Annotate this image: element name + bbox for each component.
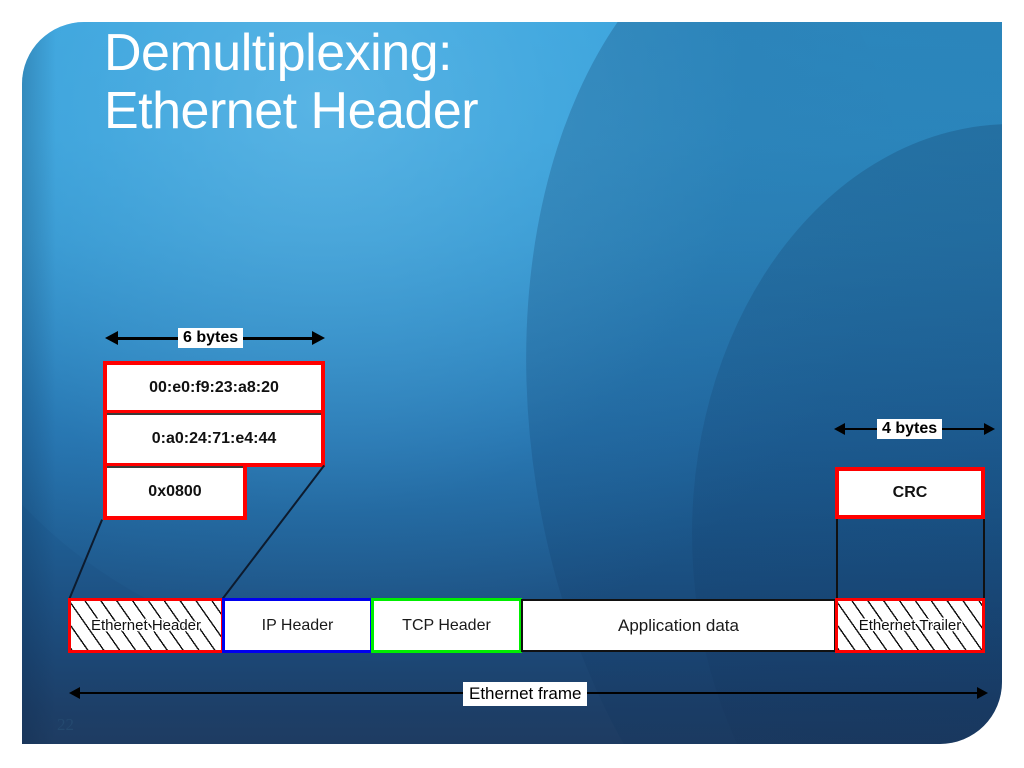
frame-segment-application-data: Application data	[521, 599, 836, 652]
slide-number: 22	[57, 715, 74, 734]
title-line-2: Ethernet Header	[104, 82, 479, 140]
frame-segment-ethernet-header-label: Ethernet Header	[90, 617, 202, 634]
ethernet-frame-label: Ethernet frame	[463, 682, 588, 706]
four-bytes-arrow-right-icon	[984, 423, 995, 435]
ethernet-header-field-ethertype: 0x0800	[103, 467, 247, 520]
frame-segment-tcp-header: TCP Header	[371, 598, 522, 653]
six-bytes-arrow-left-icon	[105, 331, 118, 345]
header-separator-2	[107, 466, 243, 468]
header-separator-1	[107, 413, 321, 415]
six-bytes-label: 6 bytes	[178, 328, 244, 348]
frame-segment-ethernet-trailer-label: Ethernet Trailer	[858, 617, 962, 634]
ethernet-frame-arrow-right-icon	[977, 687, 988, 699]
ethernet-header-field-source-mac: 0:a0:24:71:e4:44	[103, 414, 325, 467]
frame-segment-tcp-header-label: TCP Header	[402, 616, 491, 634]
ethernet-frame-arrow-left-icon	[69, 687, 80, 699]
crc-connector-right	[983, 519, 985, 601]
title-clipped-line: Multiplexing and	[104, 0, 472, 20]
frame-segment-application-data-label: Application data	[618, 615, 739, 635]
six-bytes-arrow-right-icon	[312, 331, 325, 345]
page-title: Demultiplexing: Ethernet Header	[104, 24, 864, 140]
frame-segment-ethernet-header: Ethernet Header	[68, 598, 224, 653]
destination-mac-value: 00:e0:f9:23:a8:20	[149, 378, 279, 396]
frame-segment-ethernet-trailer: Ethernet Trailer	[835, 598, 985, 653]
title-line-1: Demultiplexing:	[104, 24, 453, 82]
frame-segment-ip-header-label: IP Header	[261, 616, 334, 634]
crc-value: CRC	[892, 484, 928, 501]
title-overflow-clip: Multiplexing and	[0, 0, 1024, 22]
four-bytes-label: 4 bytes	[877, 419, 943, 439]
source-mac-value: 0:a0:24:71:e4:44	[151, 429, 277, 447]
slide-canvas: Multiplexing and Demultiplexing: Etherne…	[0, 0, 1024, 768]
frame-segment-ip-header: IP Header	[222, 598, 373, 653]
background-left-edge	[22, 22, 56, 744]
ethertype-value: 0x0800	[148, 482, 202, 500]
crc-connector-left	[836, 519, 838, 601]
four-bytes-arrow-left-icon	[834, 423, 845, 435]
ethernet-trailer-field-crc: CRC	[835, 467, 985, 519]
ethernet-header-field-destination-mac: 00:e0:f9:23:a8:20	[103, 361, 325, 414]
